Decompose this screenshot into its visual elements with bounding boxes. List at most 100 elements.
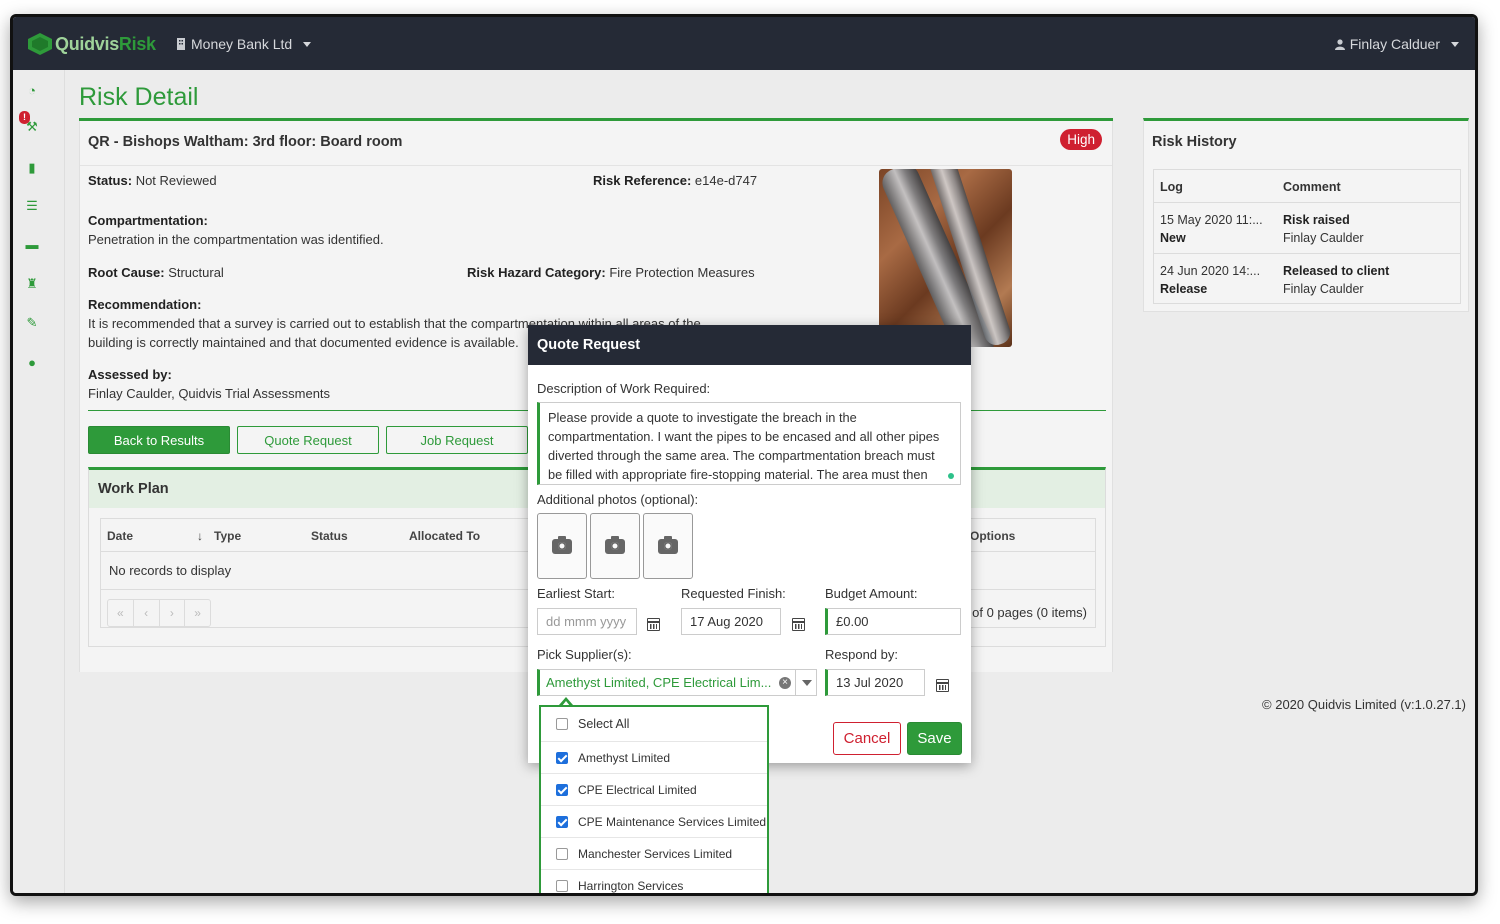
supplier-option[interactable]: Harrington Services bbox=[541, 870, 767, 893]
add-photo-button-2[interactable] bbox=[590, 513, 640, 579]
history-row-1-comment-text: Risk raised bbox=[1283, 213, 1350, 227]
history-row-2-by: Finlay Caulder bbox=[1283, 282, 1364, 296]
checkbox-checked[interactable] bbox=[556, 815, 568, 828]
tools-icon[interactable]: ✎ bbox=[25, 316, 39, 330]
compartmentation-label: Compartmentation: bbox=[88, 213, 208, 228]
compartmentation-field: Compartmentation: Penetration in the com… bbox=[88, 211, 384, 249]
sort-arrow-icon[interactable]: ↓ bbox=[197, 529, 203, 543]
user-name: Finlay Calduer bbox=[1349, 36, 1440, 52]
back-to-results-button[interactable]: Back to Results bbox=[88, 426, 230, 454]
pager-first-button[interactable]: « bbox=[108, 600, 134, 626]
compartmentation-value: Penetration in the compartmentation was … bbox=[88, 232, 384, 247]
logo-icon bbox=[28, 33, 52, 55]
respond-by-input[interactable]: 13 Jul 2020 bbox=[825, 669, 925, 696]
requested-finish-input[interactable]: 17 Aug 2020 bbox=[681, 608, 781, 635]
resize-handle-icon[interactable] bbox=[948, 473, 954, 479]
calendar-icon[interactable] bbox=[791, 618, 805, 631]
no-records-message: No records to display bbox=[109, 563, 232, 578]
building-icon bbox=[177, 38, 185, 50]
pager-last-button[interactable]: » bbox=[185, 600, 210, 626]
photos-label: Additional photos (optional): bbox=[537, 492, 699, 507]
camera-icon bbox=[552, 536, 572, 554]
column-allocated-to[interactable]: Allocated To bbox=[409, 529, 480, 543]
option-label: CPE Electrical Limited bbox=[578, 782, 697, 797]
risk-title: QR - Bishops Waltham: 3rd floor: Board r… bbox=[88, 134, 403, 150]
user-icon bbox=[1334, 38, 1345, 50]
brand-logo[interactable]: Quidvis Risk bbox=[27, 31, 156, 57]
assessed-by-value: Finlay Caulder, Quidvis Trial Assessment… bbox=[88, 386, 331, 401]
pager-next-button[interactable]: › bbox=[160, 600, 186, 626]
root-cause-value: Structural bbox=[168, 265, 224, 280]
app-window: Quidvis Risk Money Bank Ltd Finlay Caldue… bbox=[10, 14, 1478, 896]
description-line-3: diverted through the same area. The comp… bbox=[548, 448, 935, 463]
brand-name-risk: Risk bbox=[118, 33, 156, 54]
add-photo-button-1[interactable] bbox=[537, 513, 587, 579]
checkbox[interactable] bbox=[556, 847, 568, 860]
cancel-button[interactable]: Cancel bbox=[833, 722, 901, 755]
fire-extinguisher-icon[interactable]: ♜ bbox=[25, 277, 39, 291]
history-row-1-by: Finlay Caulder bbox=[1283, 231, 1364, 245]
supplier-option[interactable]: Amethyst Limited bbox=[541, 742, 767, 774]
organisation-dropdown[interactable]: Money Bank Ltd bbox=[176, 36, 312, 52]
dashboard-icon[interactable]: ◔ bbox=[25, 84, 39, 98]
column-options[interactable]: Options bbox=[970, 529, 1015, 543]
history-row-2-comment-text: Released to client bbox=[1283, 264, 1390, 278]
requested-finish-label: Requested Finish: bbox=[681, 586, 786, 601]
column-type[interactable]: Type bbox=[214, 529, 241, 543]
supplier-option[interactable]: CPE Electrical Limited bbox=[541, 774, 767, 806]
budget-amount-input[interactable]: £0.00 bbox=[825, 608, 961, 635]
option-label: Amethyst Limited bbox=[578, 750, 671, 765]
status-field: Status: Not Reviewed bbox=[88, 171, 217, 190]
hazard-category-value: Fire Protection Measures bbox=[609, 265, 755, 280]
risk-photo[interactable] bbox=[879, 169, 1012, 347]
quote-request-button[interactable]: Quote Request bbox=[237, 426, 379, 454]
wrench-icon[interactable]: ⚒ bbox=[25, 120, 39, 134]
earliest-start-input[interactable]: dd mmm yyyy bbox=[537, 608, 637, 635]
document-icon[interactable]: ▮ bbox=[25, 161, 39, 175]
calendar-icon[interactable] bbox=[646, 618, 660, 631]
description-textarea[interactable]: Please provide a quote to investigate th… bbox=[537, 402, 961, 485]
supplier-option[interactable]: Manchester Services Limited bbox=[541, 838, 767, 870]
assessed-by-label: Assessed by: bbox=[88, 367, 172, 382]
checkbox[interactable] bbox=[556, 718, 568, 730]
checkbox-checked[interactable] bbox=[556, 751, 568, 764]
checkbox[interactable] bbox=[556, 879, 568, 892]
calendar-icon[interactable] bbox=[935, 679, 949, 692]
save-button[interactable]: Save bbox=[907, 722, 962, 755]
select-all-option[interactable]: Select All bbox=[541, 707, 767, 742]
history-row-2-date: 24 Jun 2020 14:... bbox=[1160, 264, 1261, 278]
add-photo-button-3[interactable] bbox=[643, 513, 693, 579]
users-icon[interactable]: ● bbox=[25, 356, 39, 370]
history-row-1-type: New bbox=[1160, 231, 1186, 245]
top-navbar: Quidvis Risk Money Bank Ltd Finlay Caldue… bbox=[13, 17, 1475, 70]
risk-history-card: Risk History Log Comment 15 May 2020 11:… bbox=[1143, 118, 1469, 312]
briefcase-icon[interactable]: ▬ bbox=[25, 238, 39, 252]
sidebar: ◔ ! ⚒ ▮ ☰ ▬ ♜ ✎ ● bbox=[13, 70, 65, 893]
checkbox-checked[interactable] bbox=[556, 783, 568, 796]
option-label: CPE Maintenance Services Limited bbox=[578, 814, 767, 829]
column-status[interactable]: Status bbox=[311, 529, 348, 543]
description-label: Description of Work Required: bbox=[537, 381, 711, 396]
priority-badge: High bbox=[1060, 129, 1102, 150]
recommendation-line-2: building is correctly maintained and tha… bbox=[88, 335, 519, 350]
column-date[interactable]: Date bbox=[107, 529, 133, 543]
history-row-2-type: Release bbox=[1160, 282, 1208, 296]
chevron-down-icon bbox=[1451, 41, 1459, 47]
assessed-by-field: Assessed by: Finlay Caulder, Quidvis Tri… bbox=[88, 365, 330, 403]
chevron-down-icon[interactable] bbox=[802, 680, 812, 686]
chevron-down-icon bbox=[303, 41, 312, 47]
pager: « ‹ › » bbox=[107, 599, 211, 627]
pager-prev-button[interactable]: ‹ bbox=[134, 600, 160, 626]
list-icon[interactable]: ☰ bbox=[25, 199, 39, 213]
clear-selection-icon[interactable]: × bbox=[779, 677, 791, 689]
supplier-option[interactable]: CPE Maintenance Services Limited bbox=[541, 806, 767, 838]
risk-reference-field: Risk Reference: e14e-d747 bbox=[593, 171, 757, 190]
supplier-multiselect[interactable]: Amethyst Limited, CPE Electrical Lim... … bbox=[537, 669, 817, 696]
option-label: Harrington Services bbox=[578, 878, 684, 893]
user-menu[interactable]: Finlay Calduer bbox=[1334, 36, 1459, 52]
job-request-button[interactable]: Job Request bbox=[386, 426, 528, 454]
quote-request-modal: Quote Request Description of Work Requir… bbox=[528, 325, 971, 763]
risk-history-table: Log Comment 15 May 2020 11:... New Risk r… bbox=[1153, 169, 1461, 304]
hazard-category-label: Risk Hazard Category: bbox=[467, 265, 606, 280]
camera-icon bbox=[605, 536, 625, 554]
